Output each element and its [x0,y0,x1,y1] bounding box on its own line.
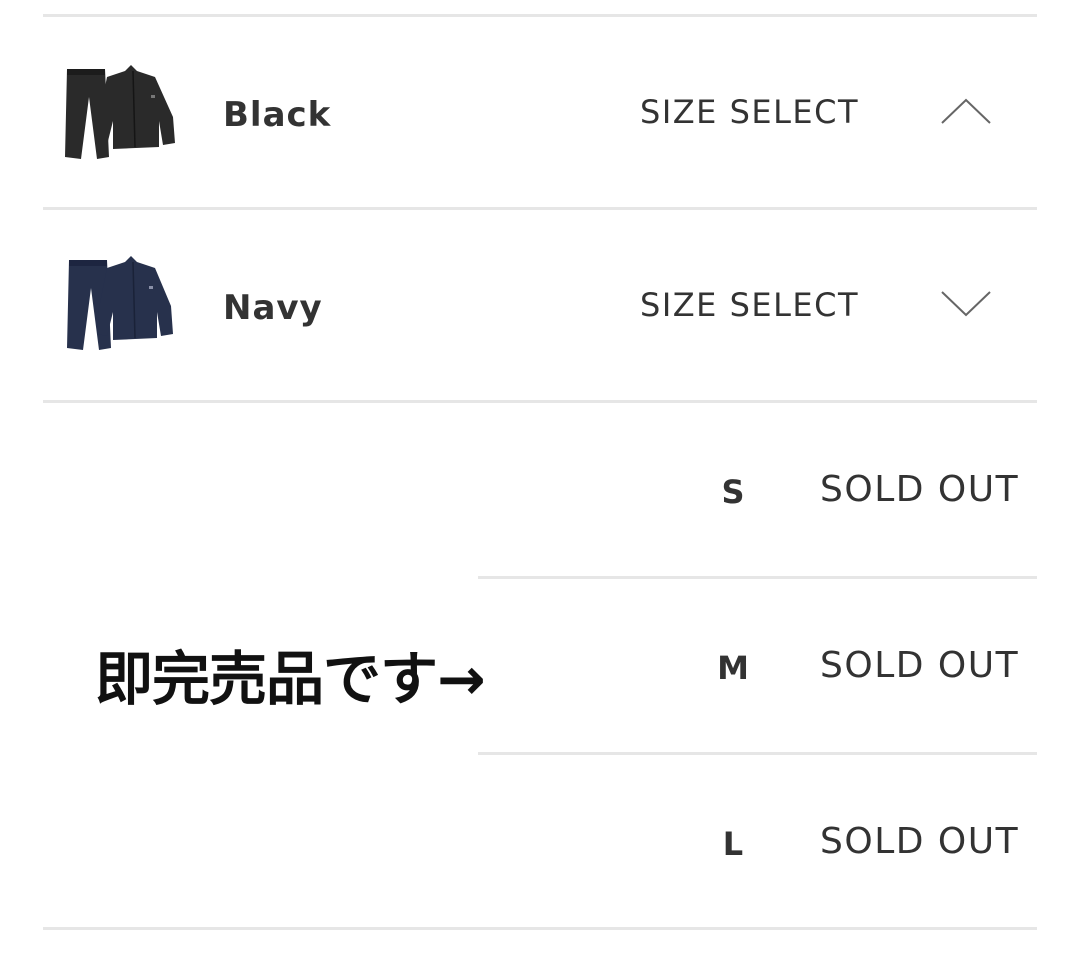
color-name: Navy [223,288,323,328]
sold-out-annotation: 即完売品です→ [95,645,486,713]
sold-out-status: SOLD OUT [820,645,1020,686]
product-thumbnail-navy [67,256,173,350]
size-label: S [721,473,745,511]
size-select-label[interactable]: SIZE SELECT [640,286,859,324]
size-row-l: L SOLD OUT [478,755,1037,927]
divider [43,927,1037,930]
sold-out-status: SOLD OUT [820,821,1020,862]
chevron-down-icon[interactable] [940,290,992,318]
size-label: M [717,649,749,687]
size-label: L [722,825,744,863]
color-name: Black [223,95,332,135]
sold-out-status: SOLD OUT [820,469,1020,510]
size-row-s: S SOLD OUT [478,403,1037,575]
color-row-black[interactable]: Black SIZE SELECT [43,17,1037,207]
size-row-m: M SOLD OUT [478,579,1037,751]
color-row-navy[interactable]: Navy SIZE SELECT [43,210,1037,400]
chevron-up-icon[interactable] [940,97,992,125]
product-thumbnail-black [65,65,175,159]
size-select-label[interactable]: SIZE SELECT [640,93,859,131]
